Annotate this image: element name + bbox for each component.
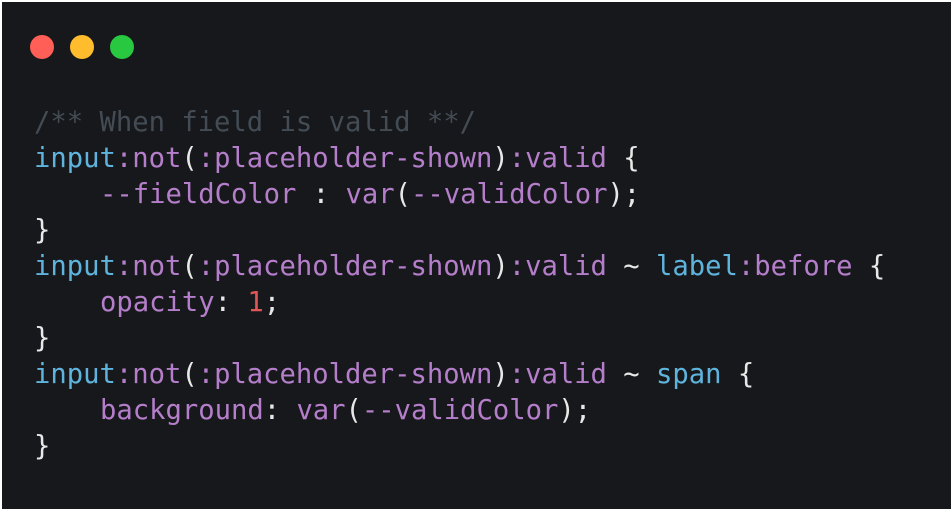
code-token-pseudo: :placeholder-shown: [197, 251, 493, 282]
code-token-punct: (: [181, 143, 198, 174]
code-token-pseudo: :placeholder-shown: [197, 359, 493, 390]
code-token-pseudo: :valid: [508, 359, 607, 390]
code-line: }: [34, 321, 885, 357]
code-token-pseudo: :before: [737, 251, 853, 282]
code-token-tag: span: [656, 359, 722, 390]
code-token-punct: ~: [606, 251, 657, 282]
code-line: --fieldColor : var(--validColor);: [34, 177, 885, 213]
code-token-punct: (: [394, 179, 412, 210]
code-token-punct: {: [721, 359, 755, 390]
code-line: /** When field is valid **/: [34, 105, 885, 141]
code-token-tag: input: [34, 251, 116, 282]
code-token-punct: ): [492, 359, 509, 390]
code-token-punct: );: [558, 395, 592, 426]
code-window: /** When field is valid **/input:not(:pl…: [2, 2, 951, 509]
code-token-prop: --fieldColor: [100, 179, 297, 210]
code-token-punct: {: [606, 143, 640, 174]
window-controls: [30, 35, 134, 59]
code-token-pseudo: :not: [115, 143, 182, 174]
code-token-punct: (: [181, 359, 198, 390]
code-token-punct: (: [181, 251, 198, 282]
code-line: input:not(:placeholder-shown):valid {: [34, 141, 885, 177]
code-token-pseudo: :not: [115, 359, 182, 390]
code-line: input:not(:placeholder-shown):valid ~ la…: [34, 249, 885, 285]
code-token-prop: var: [345, 179, 395, 210]
code-token-punct: ): [492, 251, 509, 282]
minimize-button[interactable]: [70, 35, 94, 59]
code-token-punct: :: [263, 395, 297, 426]
code-token-punct: );: [607, 179, 641, 210]
maximize-button[interactable]: [110, 35, 134, 59]
code-line: input:not(:placeholder-shown):valid ~ sp…: [34, 357, 885, 393]
code-token-num: 1: [247, 287, 264, 318]
code-token-punct: (: [345, 395, 362, 426]
code-block: /** When field is valid **/input:not(:pl…: [34, 105, 885, 465]
code-token-tag: input: [34, 143, 116, 174]
code-token-punct: :: [296, 179, 346, 210]
code-token-pseudo: :valid: [508, 143, 607, 174]
code-token-punct: }: [34, 215, 51, 246]
code-token-prop: --validColor: [411, 179, 608, 210]
code-line: }: [34, 429, 885, 465]
code-token-pseudo: :placeholder-shown: [197, 143, 493, 174]
code-token-punct: :: [214, 287, 248, 318]
code-line: background: var(--validColor);: [34, 393, 885, 429]
code-token-tag: label: [656, 251, 738, 282]
code-token-comment: /** When field is valid **/: [34, 107, 476, 138]
code-token-prop: --validColor: [361, 395, 559, 426]
code-token-prop: opacity: [100, 287, 215, 318]
code-token-punct: ): [492, 143, 509, 174]
code-token-punct: ~: [606, 359, 657, 390]
code-token-punct: {: [852, 251, 886, 282]
close-button[interactable]: [30, 35, 54, 59]
code-token-pseudo: :valid: [508, 251, 607, 282]
code-token-tag: input: [34, 359, 116, 390]
code-token-pseudo: :not: [115, 251, 182, 282]
code-token-prop: var: [296, 395, 346, 426]
code-token-prop: background: [100, 395, 264, 426]
code-line: }: [34, 213, 885, 249]
code-token-punct: }: [34, 431, 51, 462]
code-line: opacity: 1;: [34, 285, 885, 321]
code-token-punct: }: [34, 323, 51, 354]
code-token-punct: ;: [263, 287, 281, 318]
